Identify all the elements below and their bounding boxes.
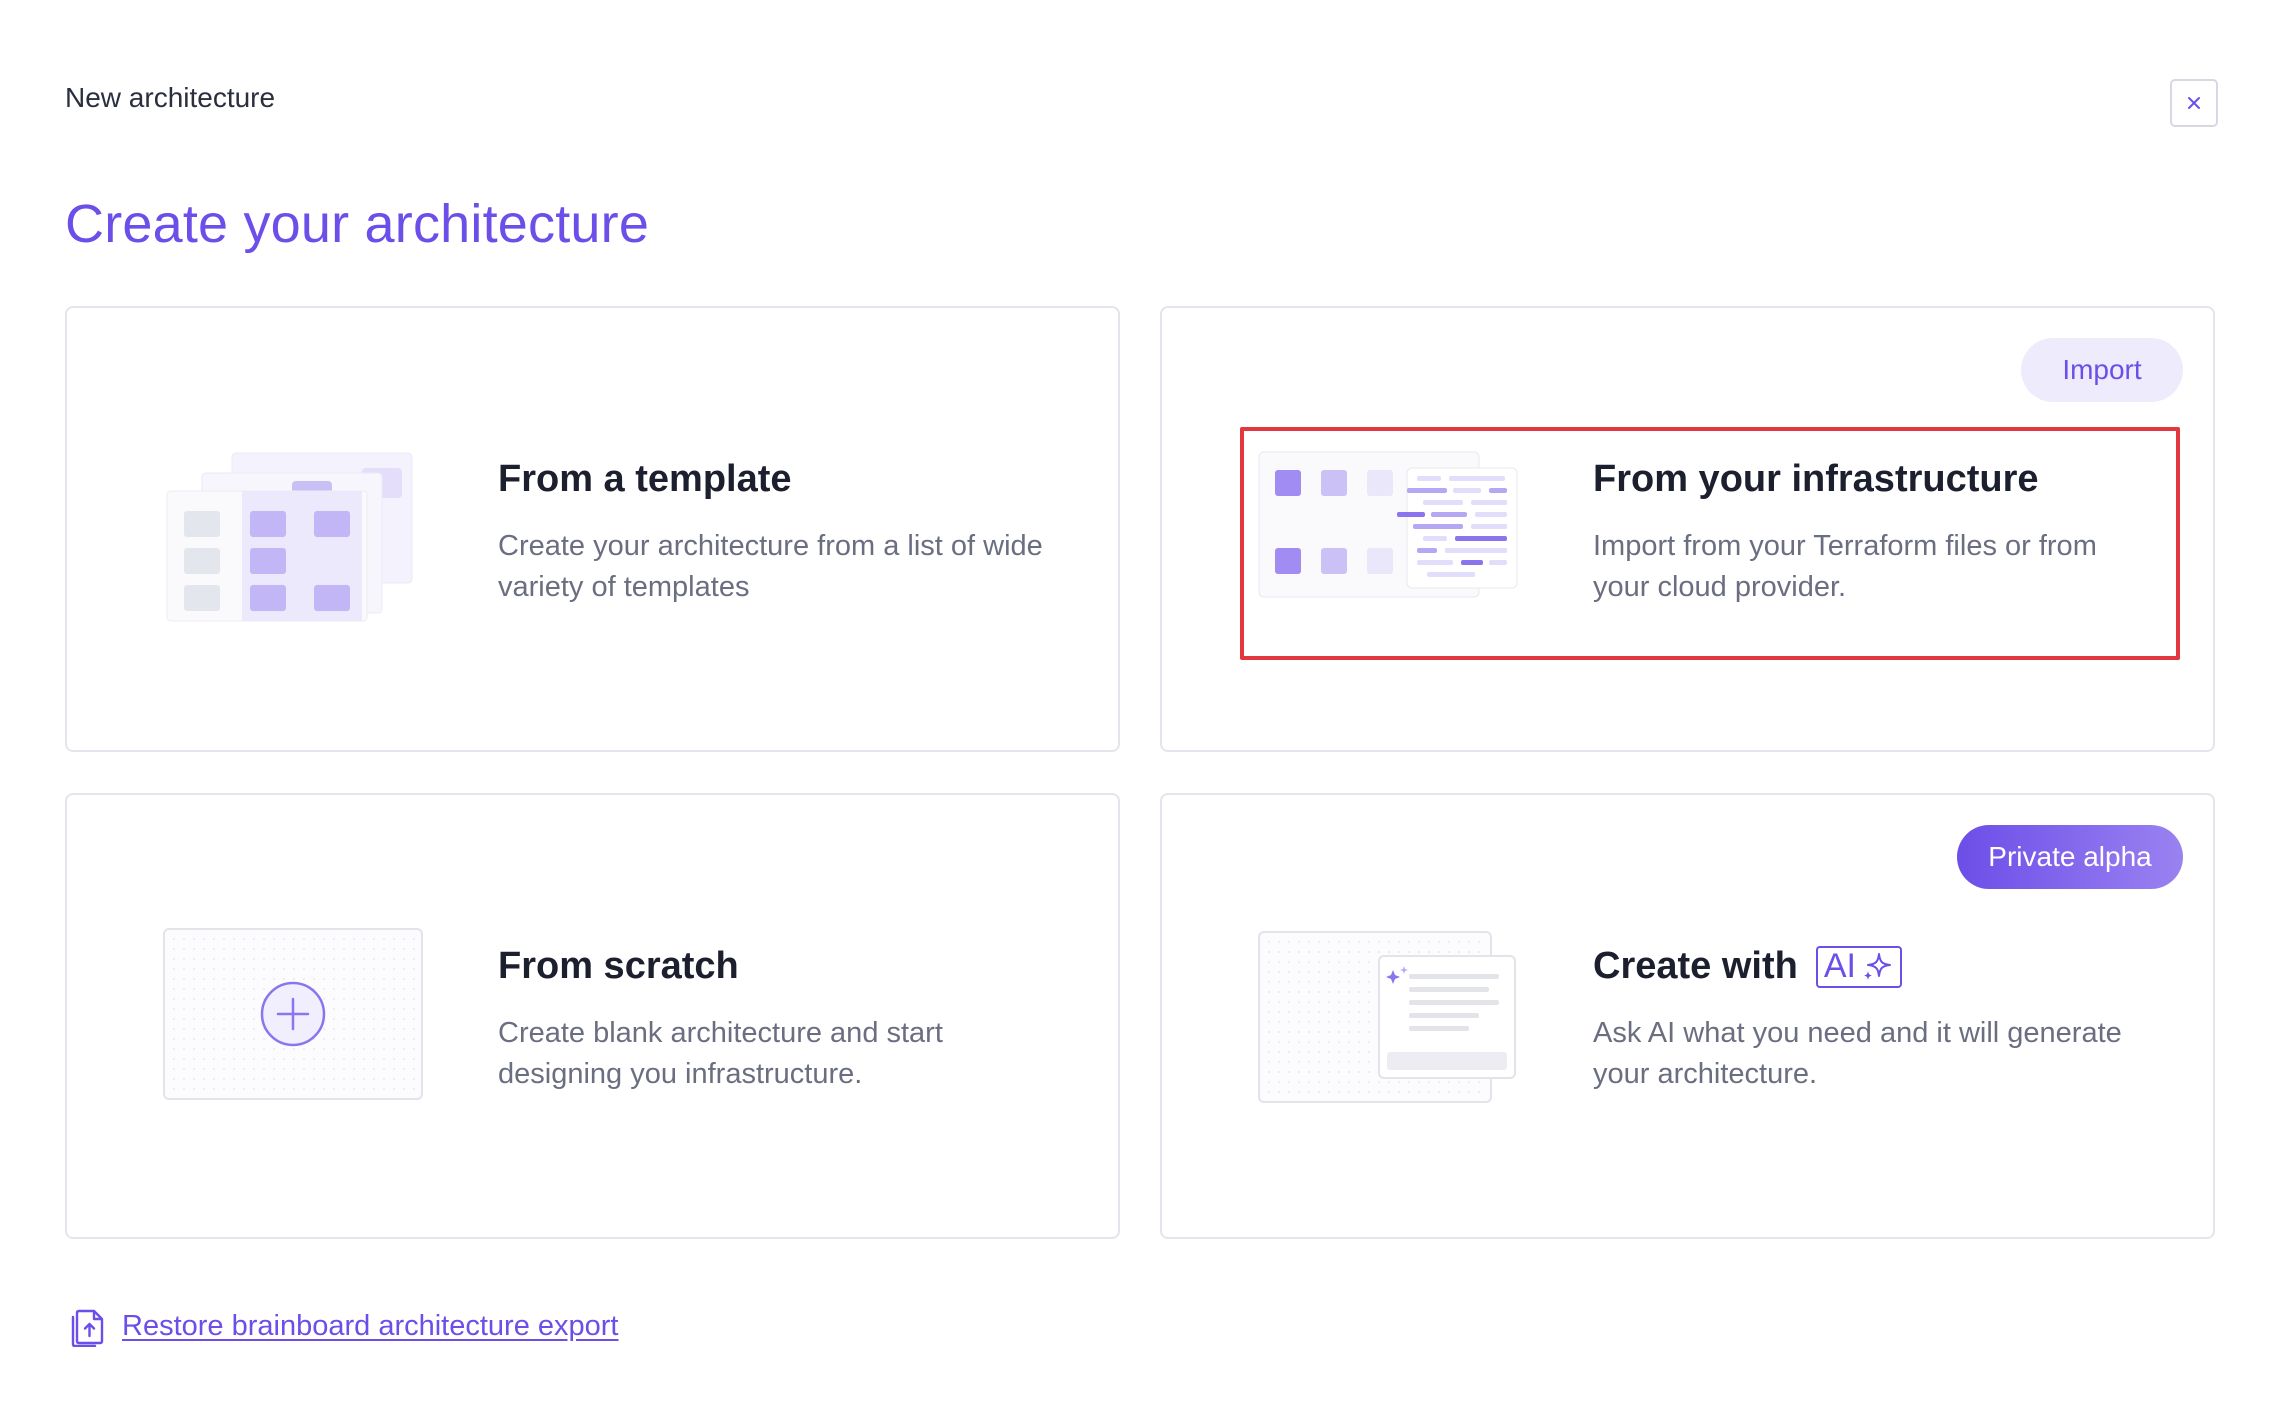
template-grid-illustration: [166, 452, 413, 622]
private-alpha-badge: Private alpha: [1957, 825, 2183, 889]
option-description: Create your architecture from a list of …: [498, 530, 1043, 603]
infrastructure-code-illustration: [1258, 451, 1518, 598]
file-upload-icon: [71, 1309, 104, 1347]
option-title: From your infrastructure: [1593, 458, 2039, 500]
option-description: Ask AI what you need and it will generat…: [1593, 1017, 2122, 1090]
restore-link-text[interactable]: Restore brainboard architecture export: [122, 1310, 618, 1343]
plus-circle-illustration: [163, 928, 423, 1100]
window-title: New architecture: [65, 82, 276, 113]
sparkles-icon: [1863, 952, 1891, 980]
page-title: Create your architecture: [65, 194, 650, 254]
close-icon: [2188, 97, 2200, 109]
option-card-infrastructure[interactable]: Import From your infrastructure Import f…: [1160, 306, 2215, 752]
import-badge: Import: [2021, 338, 2183, 402]
option-card-template[interactable]: From a template Create your architecture…: [65, 306, 1120, 752]
restore-export-link[interactable]: Restore brainboard architecture export: [68, 1305, 618, 1347]
option-card-scratch[interactable]: From scratch Create blank architecture a…: [65, 793, 1120, 1239]
option-card-ai[interactable]: Private alpha Create with AI Ask AI what…: [1160, 793, 2215, 1239]
option-description: Create blank architecture and start desi…: [498, 1017, 943, 1090]
close-button[interactable]: [2170, 79, 2218, 127]
option-title: Create with AI: [1593, 945, 1902, 988]
ai-label: AI: [1823, 947, 1856, 985]
option-title: From scratch: [498, 945, 739, 987]
option-title: From a template: [498, 458, 792, 500]
ai-tag: AI: [1815, 945, 1902, 988]
ai-document-illustration: [1258, 931, 1516, 1103]
option-title-text: Create with: [1593, 945, 1798, 987]
option-description: Import from your Terraform files or from…: [1593, 530, 2097, 603]
